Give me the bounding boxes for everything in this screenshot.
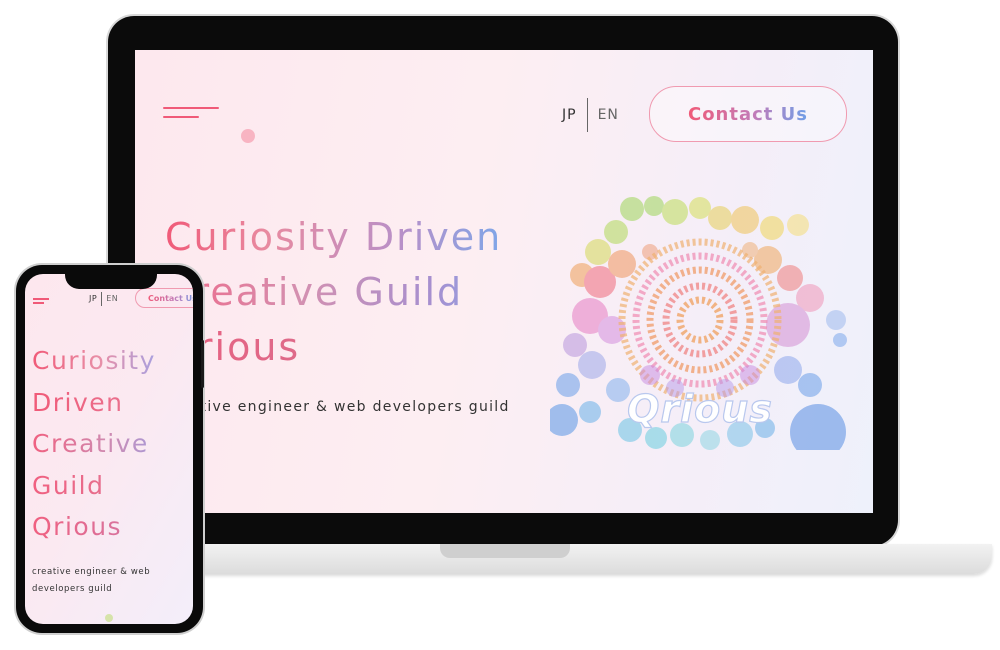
laptop-trackpad-notch: [440, 544, 570, 558]
language-switch: JP EN: [562, 98, 619, 132]
contact-us-button[interactable]: Contact Us: [649, 86, 847, 142]
laptop-screen: JP EN Contact Us Curiosity Driven Creati…: [135, 50, 873, 513]
hamburger-menu-icon[interactable]: [33, 298, 49, 304]
hero-line-2: Creative Guild: [165, 265, 502, 320]
phone-hero-subtitle: creative engineer & web developers guild: [32, 567, 151, 594]
hamburger-menu-icon[interactable]: [163, 107, 219, 119]
phone-hero-line-1: Curiosity: [32, 340, 156, 382]
decorative-dot: [105, 614, 113, 622]
logo-wordmark: Qrious: [627, 387, 773, 431]
lang-en-link[interactable]: EN: [588, 107, 619, 123]
phone-hero-heading: Curiosity Driven Creative Guild Qrious: [32, 340, 156, 548]
hero-line-3: Qrious: [165, 320, 502, 375]
hero-subtitle: creative engineer & web developers guild: [165, 399, 510, 415]
phone-hero-line-4: Guild: [32, 465, 156, 507]
lang-jp-link[interactable]: JP: [562, 107, 587, 123]
phone-hero-line-5: Qrious: [32, 506, 156, 548]
hero-line-1: Curiosity Driven: [165, 210, 502, 265]
phone-lang-en-link[interactable]: EN: [102, 294, 118, 303]
phone-notch: [65, 267, 157, 289]
phone-side-button: [201, 340, 204, 388]
qrious-bubble-logo: Qrious: [550, 196, 847, 450]
phone-language-switch: JP EN: [89, 291, 118, 306]
phone-screen: JP EN Contact Us Curiosity Driven Creati…: [25, 274, 193, 624]
contact-us-label: Contact Us: [687, 103, 808, 125]
phone-hero-line-2: Driven: [32, 382, 156, 424]
phone-contact-us-label: Contact Us: [148, 294, 193, 303]
hero-heading: Curiosity Driven Creative Guild Qrious: [165, 210, 502, 375]
phone-lang-jp-link[interactable]: JP: [89, 294, 101, 303]
decorative-dot: [241, 129, 255, 143]
phone-hero-line-3: Creative: [32, 423, 156, 465]
phone-contact-us-button[interactable]: Contact Us: [135, 288, 193, 308]
